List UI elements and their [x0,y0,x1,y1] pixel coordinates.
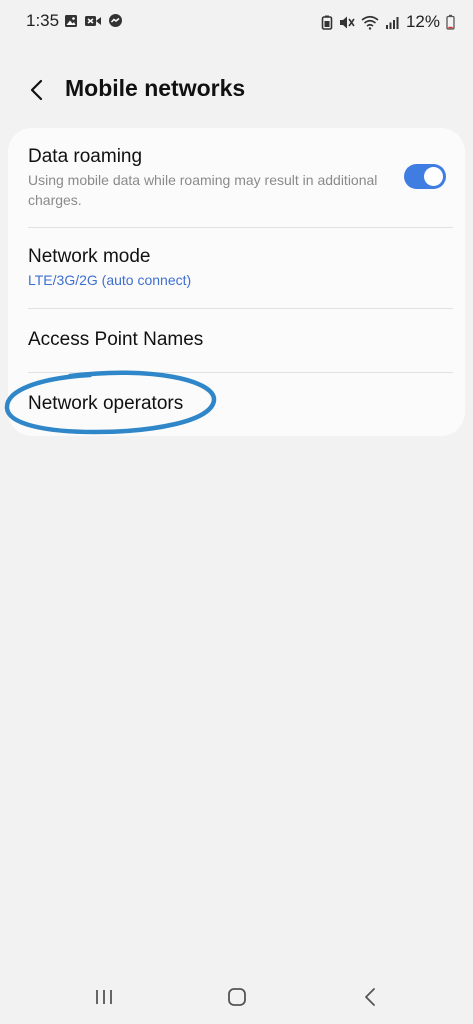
status-time: 1:35 [26,11,60,30]
data-roaming-toggle[interactable] [404,164,446,189]
gallery-icon [64,14,78,28]
system-status-icons: 12% [321,12,455,32]
system-nav-bar [0,968,473,1024]
settings-card: Data roaming Using mobile data while roa… [8,128,465,436]
nav-back-button[interactable] [352,982,388,1012]
network-operators-title: Network operators [28,393,184,414]
back-button[interactable] [22,76,50,104]
home-icon [227,987,247,1007]
access-point-names-title: Access Point Names [28,329,204,350]
network-mode-title: Network mode [28,246,151,267]
mute-icon [339,15,355,30]
recent-apps-icon [94,988,114,1006]
recent-apps-button[interactable] [86,982,122,1012]
data-roaming-subtitle: Using mobile data while roaming may resu… [28,172,378,208]
signal-icon [385,15,400,30]
data-roaming-row[interactable]: Data roaming Using mobile data while roa… [8,128,465,226]
status-bar: 1:35 12% [0,0,473,44]
toggle-knob [424,167,443,186]
video-call-icon [84,14,102,28]
battery-saver-icon [321,15,333,30]
back-icon [364,987,376,1007]
messenger-icon [108,13,123,28]
network-mode-value: LTE/3G/2G (auto connect) [28,272,192,288]
wifi-icon [361,15,379,30]
notification-icons [64,13,123,28]
data-roaming-title: Data roaming [28,146,143,167]
battery-percent: 12% [405,12,440,31]
access-point-names-row[interactable]: Access Point Names [8,309,465,371]
network-operators-row[interactable]: Network operators [8,373,465,436]
network-mode-row[interactable]: Network mode LTE/3G/2G (auto connect) [8,228,465,308]
chevron-left-icon [29,79,43,101]
app-header: Mobile networks [0,66,473,114]
page-title: Mobile networks [65,75,246,101]
battery-icon [446,14,455,30]
home-button[interactable] [219,982,255,1012]
